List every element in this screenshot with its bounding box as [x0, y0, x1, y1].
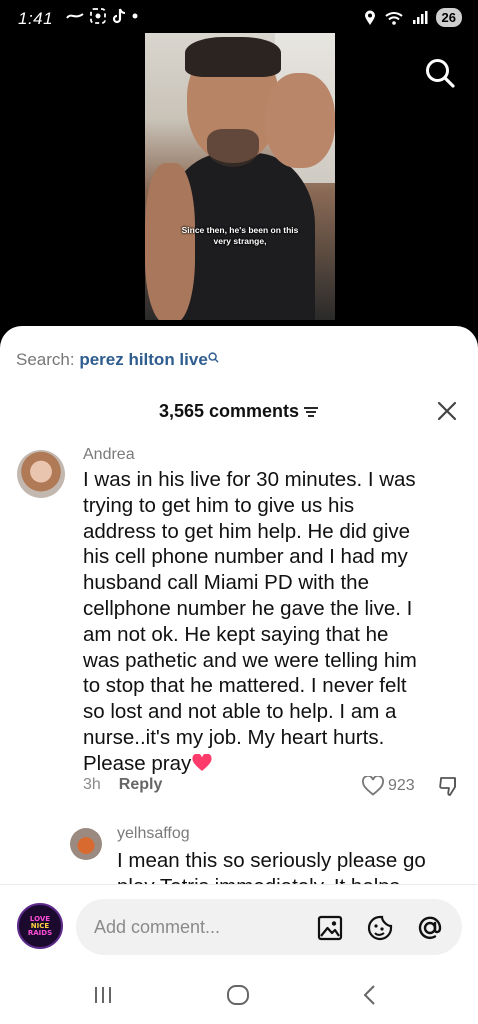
image-icon[interactable]	[316, 914, 344, 942]
user-avatar[interactable]: LOVE NICE RAIDS	[17, 903, 63, 949]
comment-line: I was in his live for 30 minutes. I was	[83, 468, 416, 491]
back-icon[interactable]	[362, 984, 378, 1006]
video-caption: Since then, he's been on this very stran…	[145, 225, 335, 247]
comment-text: I was in his live for 30 minutes. I was …	[83, 467, 463, 777]
avatar[interactable]	[70, 828, 102, 860]
battery-indicator: 26	[435, 8, 462, 27]
comment-input-bar: LOVE NICE RAIDS	[0, 884, 478, 968]
video-caption-line: Since then, he's been on this	[181, 225, 299, 235]
reply-text: I mean this so seriously please go play …	[117, 848, 467, 884]
comment-line: husband call Miami PD with the	[83, 571, 369, 595]
link-icon	[66, 13, 84, 19]
status-bar: 1:41 26	[0, 0, 478, 36]
like-button[interactable]: 923	[362, 776, 415, 796]
small-search-icon	[208, 352, 219, 363]
comment-line: so lost and not able to help. I am a	[83, 700, 397, 724]
tiktok-icon	[112, 8, 126, 24]
comment-line: cellphone number he gave the live. I	[83, 596, 413, 620]
avatar[interactable]	[17, 450, 65, 498]
comment-line: to stop that he mattered. I never felt	[83, 674, 407, 698]
reply-text-body: I mean this so seriously please go play …	[117, 848, 467, 884]
home-icon[interactable]	[226, 984, 250, 1006]
heart-outline-icon	[362, 776, 384, 796]
comment-line: his cell phone number and I had my	[83, 545, 408, 569]
system-nav-bar	[0, 968, 478, 1024]
sort-icon[interactable]	[303, 406, 319, 418]
search-suggestion[interactable]: Search: perez hilton live	[16, 350, 219, 370]
video-caption-line: very strange,	[213, 236, 267, 246]
comments-sheet: Search: perez hilton live 3,565 comments…	[0, 326, 478, 1024]
status-left-icons	[66, 8, 138, 24]
status-right-icons: 26	[364, 8, 462, 27]
reply-button[interactable]: Reply	[119, 776, 163, 793]
search-query-link[interactable]: perez hilton live	[79, 350, 207, 369]
reply-line: I mean this so seriously please go	[117, 849, 426, 872]
comment-line: nurse..it's my job. My heart hurts.	[83, 725, 385, 749]
heart-emoji-icon	[192, 753, 212, 771]
dot-icon	[132, 13, 138, 19]
thumbs-down-icon[interactable]	[438, 775, 460, 797]
comment-input[interactable]	[94, 899, 304, 955]
reply-username[interactable]: yelhsaffog	[117, 825, 190, 843]
video-player[interactable]: Since then, he's been on this very stran…	[145, 33, 335, 320]
like-count: 923	[388, 777, 415, 794]
comment-line: trying to get him to give us his	[83, 493, 355, 517]
comments-count[interactable]: 3,565 comments	[0, 401, 478, 422]
comment-input-container[interactable]	[76, 899, 462, 955]
video-person-hand	[265, 73, 335, 168]
status-time: 1:41	[18, 9, 54, 28]
comment-line: am not ok. He kept saying that he	[83, 622, 389, 646]
wifi-icon	[384, 11, 403, 25]
user-avatar-logo: LOVE NICE RAIDS	[24, 910, 56, 942]
search-prefix: Search:	[16, 350, 80, 369]
comments-count-label: 3,565 comments	[158, 401, 300, 421]
screen-record-icon	[90, 8, 106, 24]
search-icon[interactable]	[424, 57, 456, 89]
svg-text:RAIDS: RAIDS	[28, 929, 52, 937]
comment-username[interactable]: Andrea	[83, 446, 135, 464]
location-icon	[364, 10, 375, 25]
reply-line: play Tetris immediately. It helps	[117, 874, 467, 884]
comment-line: address to get him help. He did give	[83, 519, 411, 543]
emoji-icon[interactable]	[366, 914, 394, 942]
close-icon[interactable]	[436, 400, 458, 422]
recent-apps-icon[interactable]	[93, 984, 113, 1006]
comment-line: was pathetic and we were telling him	[83, 648, 417, 672]
comment-line-text: Please pray	[83, 751, 192, 775]
video-person-beard	[207, 129, 259, 167]
mention-icon[interactable]	[416, 914, 444, 942]
comment-time: 3h	[83, 776, 101, 793]
comments-header: 3,565 comments	[0, 398, 478, 426]
comment-line: Please pray	[83, 751, 463, 777]
video-person-hair	[185, 37, 281, 77]
signal-icon	[412, 10, 428, 24]
comment-meta: 3h Reply	[83, 776, 162, 794]
